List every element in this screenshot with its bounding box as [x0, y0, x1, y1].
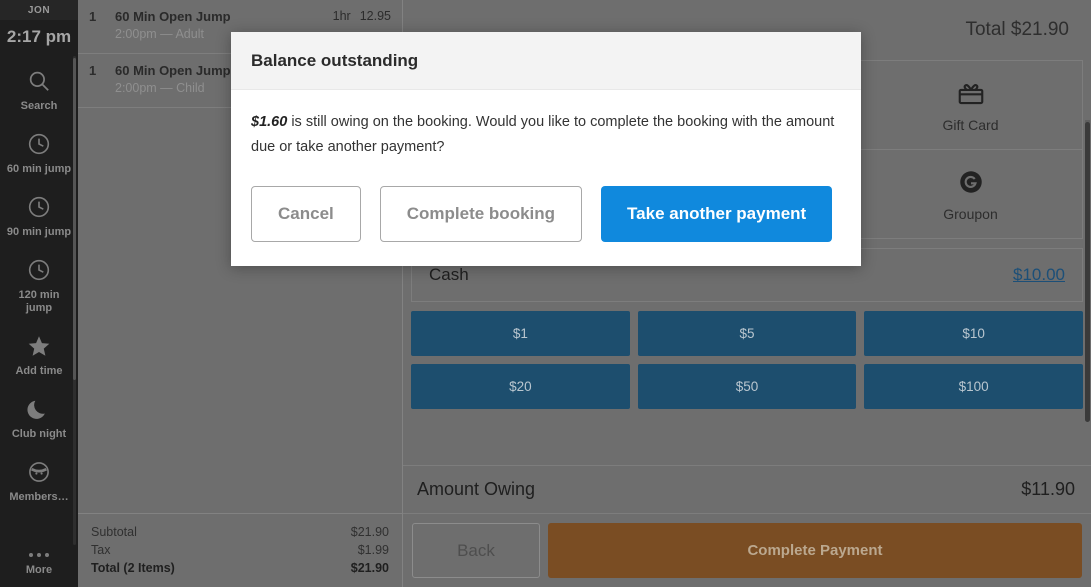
denomination-button[interactable]: $5	[637, 311, 857, 356]
item-price-group: 1hr 12.95	[333, 8, 391, 25]
take-another-payment-button[interactable]: Take another payment	[601, 186, 833, 242]
dialog-message-rest: is still owing on the booking. Would you…	[251, 114, 835, 155]
sidebar-item-60-min-jump[interactable]: 60 min jump	[0, 123, 78, 186]
sidebar-item-90-min-jump[interactable]: 90 min jump	[0, 186, 78, 249]
moon-icon	[26, 396, 52, 422]
payment-tile-label: Groupon	[943, 205, 998, 222]
tax-label: Tax	[91, 543, 111, 557]
complete-payment-button[interactable]: Complete Payment	[548, 523, 1082, 578]
balance-outstanding-dialog: Balance outstanding $1.60 is still owing…	[231, 32, 861, 266]
dialog-message: $1.60 is still owing on the booking. Wou…	[251, 110, 841, 160]
sidebar-item-add-time[interactable]: Add time	[0, 325, 78, 388]
sidebar-item-label: Members…	[9, 491, 69, 503]
sidebar-item-label: 60 min jump	[6, 163, 72, 175]
header-total: Total $21.90	[965, 19, 1069, 40]
item-duration: 1hr	[332, 9, 351, 23]
clock-display: 2:17 pm	[6, 27, 72, 46]
item-qty: 1	[89, 63, 97, 78]
denomination-button[interactable]: $1	[411, 311, 630, 356]
payment-scrollbar-thumb[interactable]	[1085, 122, 1090, 422]
dialog-amount: $1.60	[251, 114, 288, 130]
sidebar-item-members[interactable]: Members…	[0, 451, 78, 514]
subtotal-label: Subtotal	[91, 525, 137, 539]
total-label: Total (2 Items)	[91, 561, 175, 575]
denomination-grid: $1 $5 $10 $20 $50 $100	[411, 311, 1083, 409]
ellipsis-icon	[29, 553, 49, 557]
payment-actions: Back Complete Payment	[403, 513, 1091, 587]
gift-card-icon	[956, 78, 986, 108]
sidebar-scrollbar-thumb[interactable]	[73, 58, 76, 380]
payment-tile-groupon[interactable]: Groupon	[858, 149, 1083, 239]
groupon-icon	[956, 167, 986, 197]
cart-totals: Subtotal $21.90 Tax $1.99 Total (2 Items…	[78, 513, 402, 587]
pos-screen: JON 2:17 pm Search 60 min jump 90 min ju…	[0, 0, 1091, 587]
denomination-button[interactable]: $100	[864, 364, 1083, 409]
dialog-header: Balance outstanding	[231, 32, 861, 90]
payment-tile-gift-card[interactable]: Gift Card	[858, 60, 1083, 150]
tax-value: $1.99	[357, 543, 389, 557]
subtotal-value: $21.90	[350, 525, 389, 539]
dialog-actions: Cancel Complete booking Take another pay…	[251, 186, 841, 242]
total-value: $21.90	[350, 561, 389, 575]
back-button[interactable]: Back	[412, 523, 540, 578]
sidebar-more-label: More	[25, 564, 53, 576]
sidebar-item-search[interactable]: Search	[0, 60, 78, 123]
cash-amount-field[interactable]: $10.00	[1013, 265, 1065, 285]
left-sidebar: JON 2:17 pm Search 60 min jump 90 min ju…	[0, 0, 78, 587]
user-name: JON	[0, 0, 78, 20]
sidebar-item-label: 120 min jump	[18, 289, 60, 314]
complete-booking-button[interactable]: Complete booking	[379, 186, 583, 242]
sidebar-item-more[interactable]: More	[0, 547, 78, 587]
dialog-title: Balance outstanding	[251, 51, 419, 70]
payment-tile-label: Gift Card	[942, 116, 999, 133]
amount-owing-value: $11.90	[1021, 479, 1075, 499]
search-icon	[26, 68, 52, 94]
denomination-button[interactable]: $50	[637, 364, 857, 409]
sidebar-scroll-area: Search 60 min jump 90 min jump 120 min j…	[0, 54, 78, 547]
clock-icon	[26, 257, 52, 283]
sidebar-item-club-night[interactable]: Club night	[0, 388, 78, 451]
clock-icon	[26, 131, 52, 157]
amount-owing-bar: Amount Owing $11.90	[403, 465, 1091, 513]
total-line: Total (2 Items) $21.90	[91, 559, 389, 577]
amount-owing-label: Amount Owing	[417, 479, 536, 499]
item-name: 60 Min Open Jump	[115, 9, 231, 24]
denomination-button[interactable]: $20	[411, 364, 630, 409]
sidebar-item-label: Club night	[11, 428, 67, 440]
sidebar-item-120-min-jump[interactable]: 120 min jump	[0, 249, 78, 325]
sidebar-item-label: Add time	[15, 365, 63, 377]
item-qty: 1	[89, 9, 97, 24]
sidebar-item-label: Search	[20, 100, 58, 112]
star-icon	[26, 333, 52, 359]
member-face-icon	[26, 459, 52, 485]
cash-label: Cash	[429, 265, 469, 284]
clock-icon	[26, 194, 52, 220]
tax-line: Tax $1.99	[91, 541, 389, 559]
dialog-body: $1.60 is still owing on the booking. Wou…	[231, 90, 861, 266]
cancel-button[interactable]: Cancel	[251, 186, 361, 242]
subtotal-line: Subtotal $21.90	[91, 523, 389, 541]
sidebar-item-label: 90 min jump	[6, 226, 72, 238]
item-price: 12.95	[359, 9, 391, 23]
denomination-button[interactable]: $10	[864, 311, 1083, 356]
